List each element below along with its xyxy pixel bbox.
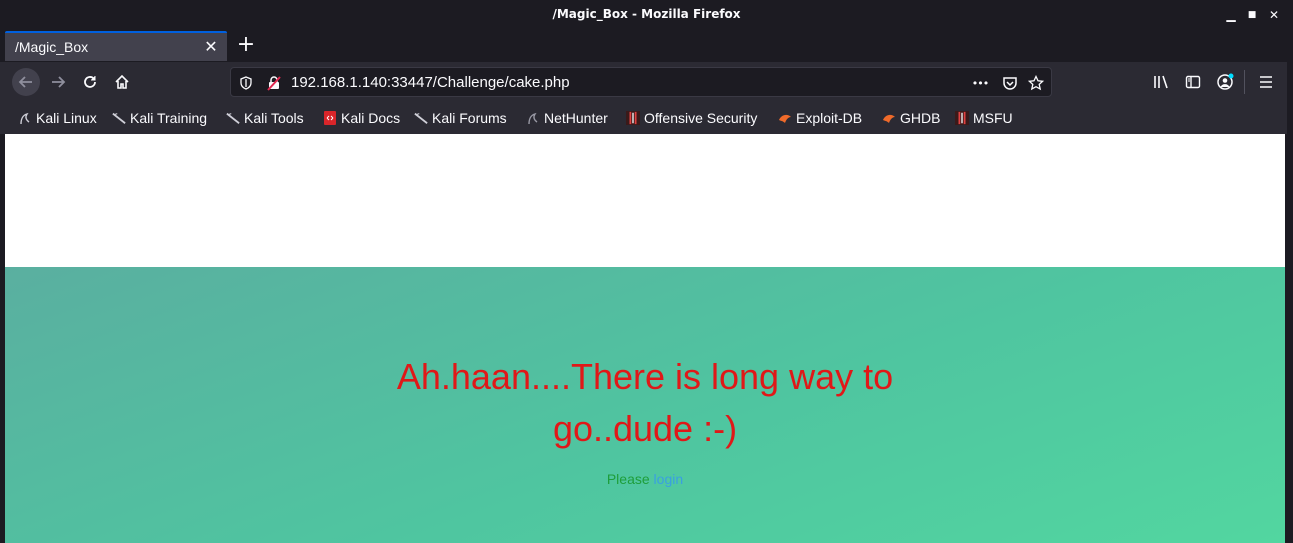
tab-strip: /Magic_Box ✕ +: [0, 30, 1293, 62]
offsec-icon: [626, 111, 640, 125]
offsec-icon: [955, 111, 969, 125]
new-tab-button[interactable]: +: [234, 34, 258, 57]
bookmark-kali-docs[interactable]: Kali Docs: [323, 108, 400, 128]
bookmark-label: Kali Tools: [244, 110, 304, 126]
address-bar[interactable]: 192.168.1.140:33447/Challenge/cake.php •…: [230, 67, 1052, 97]
menu-icon[interactable]: [1256, 72, 1276, 92]
bookmark-nethunter[interactable]: NetHunter: [526, 108, 608, 128]
home-icon: [115, 74, 129, 89]
hero-section: Ah.haan....There is long way to go..dude…: [5, 267, 1285, 543]
exploitdb-icon: [778, 111, 792, 125]
window-border: [1287, 62, 1293, 543]
bookmark-exploit-db[interactable]: Exploit-DB: [778, 108, 862, 128]
shield-icon[interactable]: [237, 74, 255, 92]
bookmark-label: NetHunter: [544, 110, 608, 126]
reload-button[interactable]: [76, 68, 104, 96]
window-titlebar: /Magic_Box - Mozilla Firefox ▁ ■ ✕: [0, 0, 1293, 30]
navigation-toolbar: 192.168.1.140:33447/Challenge/cake.php •…: [0, 62, 1287, 102]
account-icon[interactable]: [1215, 72, 1235, 92]
toolbar-separator: [1244, 70, 1245, 94]
bookmark-label: Kali Docs: [341, 110, 401, 126]
bookmark-ghdb[interactable]: GHDB: [882, 108, 940, 128]
page-headline: Ah.haan....There is long way to go..dude…: [396, 356, 894, 449]
forward-arrow-icon: [52, 76, 66, 88]
sidebar-icon[interactable]: [1183, 72, 1203, 92]
home-button[interactable]: [108, 68, 136, 96]
kali-dragon-icon: [112, 111, 126, 125]
kali-dragon-icon: [226, 111, 240, 125]
bookmark-offensive-security[interactable]: Offensive Security: [626, 108, 757, 128]
ghdb-icon: [882, 111, 896, 125]
bookmark-label: MSFU: [973, 110, 1013, 126]
forward-button[interactable]: [44, 68, 72, 96]
bookmark-star-icon[interactable]: [1027, 74, 1045, 92]
page-actions-icon[interactable]: •••: [971, 74, 989, 92]
kali-dragon-icon: [414, 111, 428, 125]
bookmark-label: GHDB: [900, 110, 941, 126]
close-window-button[interactable]: ✕: [1265, 6, 1283, 24]
reload-icon: [84, 76, 96, 88]
bookmark-msfu[interactable]: MSFU: [955, 108, 1013, 128]
kali-docs-icon: [323, 111, 337, 125]
bookmark-label: Offensive Security: [644, 110, 758, 126]
back-button[interactable]: [12, 68, 40, 96]
pocket-icon[interactable]: [1001, 74, 1019, 92]
login-prompt: Please login: [5, 471, 1285, 487]
tab-title: /Magic_Box: [15, 39, 89, 55]
insecure-lock-icon[interactable]: [265, 74, 283, 92]
library-icon[interactable]: [1152, 72, 1172, 92]
kali-dragon-icon: [18, 111, 32, 125]
nethunter-icon: [526, 111, 540, 125]
login-link[interactable]: login: [654, 471, 684, 487]
bookmark-label: Kali Linux: [36, 110, 97, 126]
tab-magic-box[interactable]: /Magic_Box ✕: [5, 31, 227, 61]
bookmark-kali-training[interactable]: Kali Training: [112, 108, 207, 128]
bookmark-kali-forums[interactable]: Kali Forums: [414, 108, 507, 128]
bookmark-kali-tools[interactable]: Kali Tools: [226, 108, 304, 128]
bookmark-label: Kali Training: [130, 110, 208, 126]
url-text[interactable]: 192.168.1.140:33447/Challenge/cake.php: [291, 74, 570, 91]
maximize-button[interactable]: ■: [1243, 6, 1261, 24]
bookmark-label: Exploit-DB: [796, 110, 863, 126]
bookmarks-toolbar: Kali Linux Kali Training Kali Tools Kali…: [0, 102, 1287, 134]
tab-close-button[interactable]: ✕: [201, 37, 221, 57]
page-viewport: Ah.haan....There is long way to go..dude…: [5, 134, 1285, 543]
window-title: /Magic_Box - Mozilla Firefox: [552, 7, 741, 21]
please-text: Please: [606, 471, 650, 487]
back-arrow-icon: [18, 76, 32, 88]
bookmark-label: Kali Forums: [432, 110, 507, 126]
bookmark-kali-linux[interactable]: Kali Linux: [18, 108, 97, 128]
minimize-button[interactable]: ▁: [1222, 6, 1240, 24]
